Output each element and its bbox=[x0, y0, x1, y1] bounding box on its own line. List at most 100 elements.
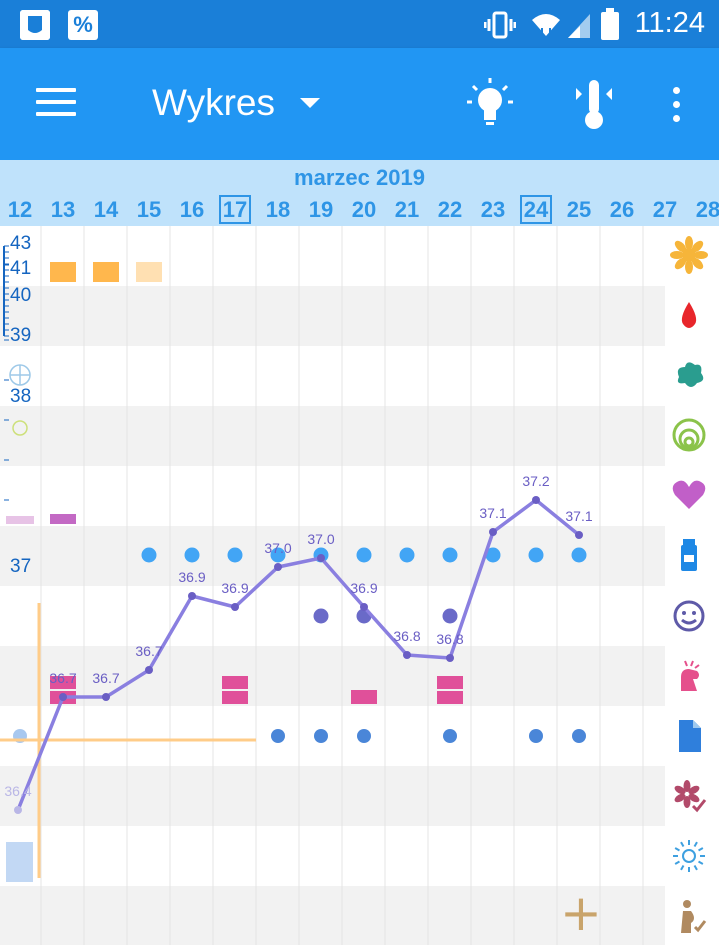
smiley-icon[interactable] bbox=[667, 594, 711, 638]
temperature-label: 36.8 bbox=[436, 631, 463, 647]
chart-screen: % 11:24 Wykres marzec 2019 12 13 14 15 1… bbox=[0, 0, 719, 945]
document-icon[interactable] bbox=[667, 714, 711, 758]
temperature-label: 36.9 bbox=[221, 580, 248, 596]
day-label-26[interactable]: 26 bbox=[602, 197, 642, 223]
blood-drop-icon[interactable] bbox=[667, 294, 711, 338]
sparkle-icon[interactable] bbox=[667, 834, 711, 878]
temperature-label: 36.7 bbox=[135, 643, 162, 659]
y-tick-label: 38 bbox=[10, 386, 32, 407]
month-label: marzec 2019 bbox=[294, 165, 425, 190]
marker-blue-dot bbox=[357, 729, 371, 743]
temperature-point bbox=[446, 654, 454, 662]
day-label-13[interactable]: 13 bbox=[43, 197, 83, 223]
day-label-18[interactable]: 18 bbox=[258, 197, 298, 223]
app-notification-icon bbox=[20, 10, 50, 40]
legend-swatch bbox=[6, 516, 34, 524]
marker-blue-dot bbox=[227, 547, 243, 563]
marker-blue-dot bbox=[184, 547, 200, 563]
y-tick-label: 39 bbox=[10, 325, 32, 346]
heart-icon[interactable] bbox=[667, 473, 711, 517]
temperature-point bbox=[188, 592, 196, 600]
vibrate-icon bbox=[484, 11, 516, 39]
day-label-14[interactable]: 14 bbox=[86, 197, 126, 223]
status-time: 11:24 bbox=[634, 7, 705, 39]
day-label-12[interactable]: 12 bbox=[0, 197, 40, 223]
status-bar: % 11:24 bbox=[0, 0, 719, 48]
marker-blue-dot bbox=[528, 547, 544, 563]
day-label-22[interactable]: 22 bbox=[430, 197, 470, 223]
bottle-icon[interactable] bbox=[667, 533, 711, 577]
more-vert-icon[interactable] bbox=[673, 101, 680, 108]
signal-icon bbox=[568, 14, 590, 38]
hand-icon[interactable] bbox=[667, 655, 711, 699]
marker-navy-dot bbox=[442, 608, 458, 624]
more-vert-icon[interactable] bbox=[673, 115, 680, 122]
row-band bbox=[0, 826, 665, 886]
temperature-point bbox=[317, 554, 325, 562]
temperature-point bbox=[102, 693, 110, 701]
y-tick-label: 41 bbox=[10, 258, 32, 279]
marker-blue-dot bbox=[529, 729, 543, 743]
marker-blue-dot bbox=[442, 547, 458, 563]
percent-icon: % bbox=[68, 10, 98, 40]
temperature-label: 36.9 bbox=[350, 580, 377, 596]
day-label-19[interactable]: 19 bbox=[301, 197, 341, 223]
menu-icon[interactable] bbox=[36, 88, 76, 118]
day-label-16[interactable]: 16 bbox=[172, 197, 212, 223]
flower-icon[interactable] bbox=[667, 233, 711, 277]
temperature-point bbox=[489, 528, 497, 536]
marker-pink-bar bbox=[437, 691, 463, 704]
temperature-label: 37.0 bbox=[307, 531, 334, 547]
marker-blue-dot bbox=[141, 547, 157, 563]
wifi-icon bbox=[532, 14, 560, 38]
circles-icon[interactable] bbox=[667, 413, 711, 457]
temperature-label: 37.1 bbox=[479, 505, 506, 521]
temperature-label: 36.4 bbox=[4, 783, 31, 799]
temperature-label: 37.2 bbox=[522, 473, 549, 489]
day-label-23[interactable]: 23 bbox=[473, 197, 513, 223]
app-bar: Wykres bbox=[0, 48, 719, 160]
marker-blue-dot bbox=[443, 729, 457, 743]
more-vert-icon[interactable] bbox=[673, 87, 680, 94]
y-tick-label: 43 bbox=[10, 233, 32, 254]
day-label-15[interactable]: 15 bbox=[129, 197, 169, 223]
temperature-point bbox=[532, 496, 540, 504]
marker-pink-bar bbox=[222, 691, 248, 704]
legend-swatch bbox=[6, 842, 33, 882]
marker-blue-dot bbox=[399, 547, 415, 563]
temperature-point bbox=[59, 693, 67, 701]
add-button[interactable]: + bbox=[560, 888, 602, 938]
row-band bbox=[0, 406, 665, 466]
thermometer-icon[interactable] bbox=[566, 74, 622, 134]
temperature-chart[interactable]: 36.4 36.7 36.7 36.7 36.9 36.9 37.0 37.0 36.9 36.8… bbox=[0, 226, 665, 945]
pregnancy-check-icon[interactable] bbox=[667, 895, 711, 939]
marker-pink-bar bbox=[437, 676, 463, 689]
flower-check-icon[interactable] bbox=[667, 774, 711, 818]
day-label-20[interactable]: 20 bbox=[344, 197, 384, 223]
marker-blue-dot bbox=[314, 729, 328, 743]
temperature-point bbox=[360, 603, 368, 611]
dropdown-caret-icon[interactable] bbox=[300, 98, 320, 108]
temperature-label: 37.0 bbox=[264, 540, 291, 556]
row-band bbox=[0, 346, 665, 406]
marker-blue-dot bbox=[271, 729, 285, 743]
marker-navy-dot bbox=[313, 608, 329, 624]
row-band bbox=[0, 586, 665, 646]
marker-blue-dot bbox=[572, 729, 586, 743]
page-title[interactable]: Wykres bbox=[152, 82, 275, 124]
marker-blue-dot bbox=[571, 547, 587, 563]
battery-icon bbox=[601, 8, 619, 40]
temperature-label: 36.8 bbox=[393, 628, 420, 644]
lightbulb-icon[interactable] bbox=[462, 74, 518, 134]
day-label-21[interactable]: 21 bbox=[387, 197, 427, 223]
day-label-27[interactable]: 27 bbox=[645, 197, 685, 223]
y-tick-label: 37 bbox=[10, 556, 32, 577]
temperature-point bbox=[145, 666, 153, 674]
day-label-24[interactable]: 24 bbox=[516, 195, 556, 224]
marker-blue-dot bbox=[356, 547, 372, 563]
day-label-17[interactable]: 17 bbox=[215, 195, 255, 224]
splash-icon[interactable] bbox=[667, 353, 711, 397]
temperature-point bbox=[575, 531, 583, 539]
day-label-28[interactable]: 28 bbox=[688, 197, 719, 223]
day-label-25[interactable]: 25 bbox=[559, 197, 599, 223]
